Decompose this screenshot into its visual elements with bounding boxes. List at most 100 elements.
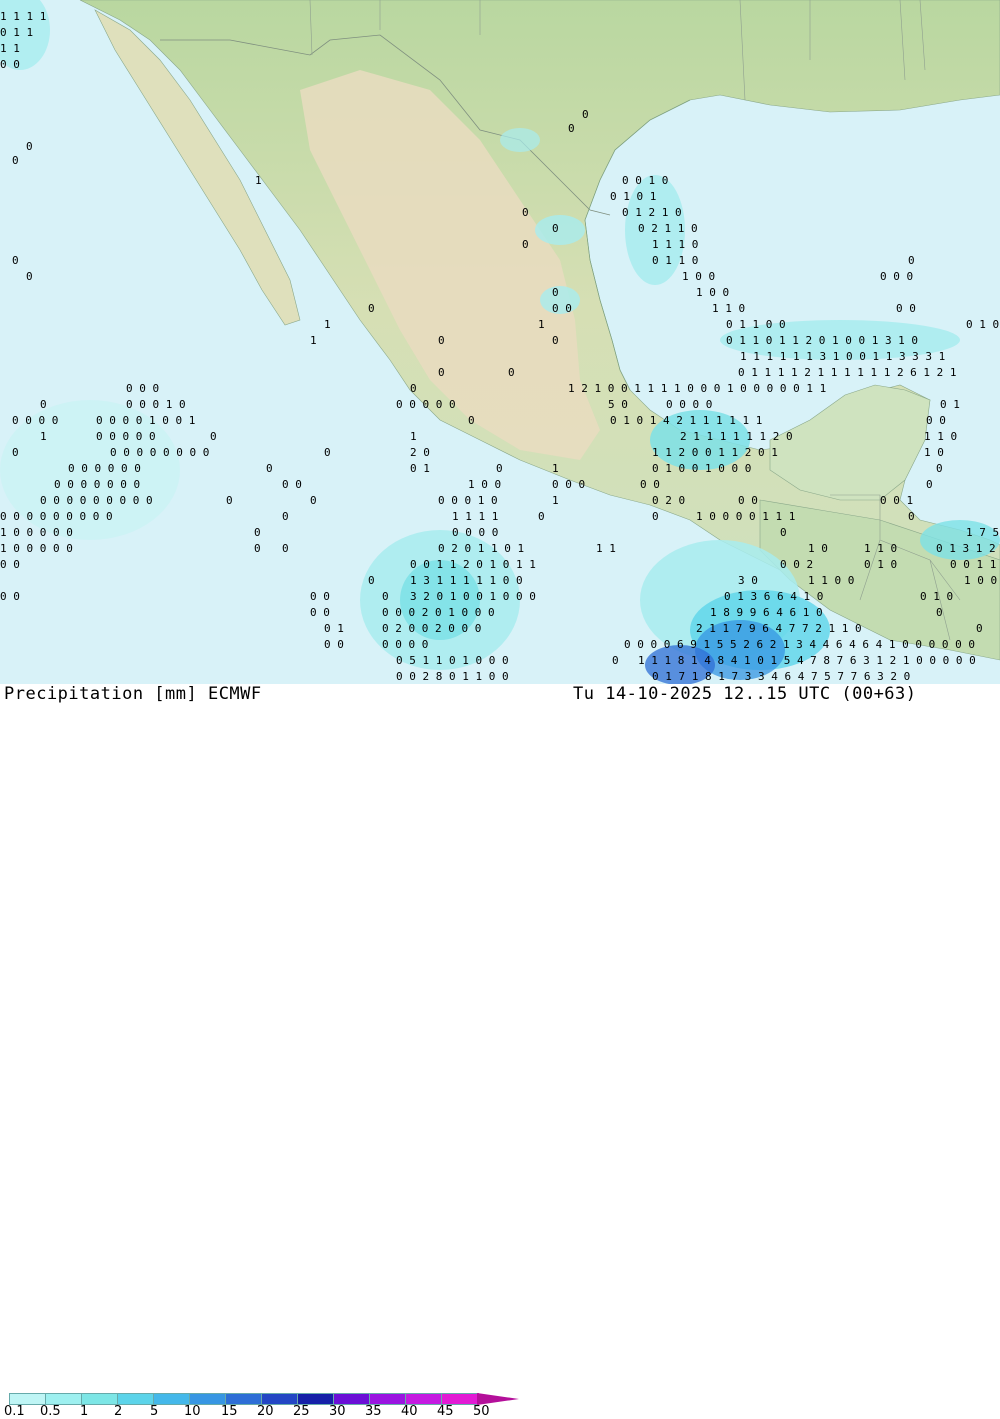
svg-text:0 1 0 1 4 2 1 1 1 1 1 1: 0 1 0 1 4 2 1 1 1 1 1 1 [610,414,762,427]
svg-text:1: 1 [552,462,559,475]
svg-text:2 1 1 7 9 6 4 7 7 2 1 1 0: 2 1 1 7 9 6 4 7 7 2 1 1 0 [696,622,862,635]
svg-text:0: 0 [324,446,331,459]
svg-text:0 0 0 0 0 0 0 0 0: 0 0 0 0 0 0 0 0 0 [0,510,113,523]
svg-text:0: 0 [266,462,273,475]
svg-text:0 1 0 0 1 0 0 0: 0 1 0 0 1 0 0 0 [652,462,751,475]
svg-text:0: 0 [936,462,943,475]
legend-tick-6: 15 [221,1404,238,1419]
svg-text:0 0: 0 0 [552,302,572,315]
svg-text:0 1 1 0 0: 0 1 1 0 0 [726,318,786,331]
svg-text:1: 1 [310,334,317,347]
svg-text:0: 0 [652,510,659,523]
svg-text:0 0 2 8 0 1 1 0 0: 0 0 2 8 0 1 1 0 0 [396,670,509,683]
svg-text:0 0 1 0: 0 0 1 0 [622,174,668,187]
svg-text:0: 0 [508,366,515,379]
svg-text:0: 0 [612,654,619,667]
svg-text:0 0 0 1 0: 0 0 0 1 0 [126,398,186,411]
svg-text:0: 0 [254,542,261,555]
svg-text:0 1 1 0: 0 1 1 0 [652,254,698,267]
map-svg: 1 1 1 1 0 1 1 1 1 0 0 0 0 0 0 0 0 1 0 0 … [0,0,1000,685]
svg-text:0 1 1 0 1 1 2 0 1 0 0 1 3: 0 1 1 0 1 1 2 0 1 0 0 1 3 1 0 [726,334,918,347]
svg-text:0 0: 0 0 [324,638,344,651]
svg-text:0 2 0: 0 2 0 [652,494,685,507]
legend-colorbar: 0.1 0.5 1 2 5 10 15 20 25 30 35 40 45 50 [0,684,1000,1419]
svg-text:0 0: 0 0 [310,590,330,603]
svg-text:0: 0 [780,526,787,539]
svg-text:0: 0 [12,154,19,167]
svg-text:0: 0 [310,494,317,507]
svg-text:1: 1 [324,318,331,331]
svg-text:0 0 0 0: 0 0 0 0 [382,638,428,651]
svg-text:0: 0 [210,430,217,443]
svg-text:0 1 0: 0 1 0 [920,590,953,603]
svg-text:0: 0 [496,462,503,475]
svg-text:1 0 0: 1 0 0 [468,478,501,491]
svg-text:0: 0 [552,222,559,235]
svg-text:0 1 3 6 6 4 1 0: 0 1 3 6 6 4 1 0 [724,590,823,603]
svg-text:1 1 1 1: 1 1 1 1 [0,10,46,23]
svg-text:0: 0 [438,366,445,379]
svg-text:5 0: 5 0 [608,398,628,411]
svg-text:1 1 1 1: 1 1 1 1 [452,510,498,523]
svg-text:0: 0 [368,574,375,587]
svg-text:1: 1 [255,174,262,187]
svg-text:0: 0 [12,446,19,459]
svg-text:0: 0 [552,286,559,299]
svg-text:1 1: 1 1 [0,42,20,55]
svg-text:0 0 1 1 1: 0 0 1 1 1 [950,558,1000,571]
svg-text:0 2 0 1 1 0 1: 0 2 0 1 1 0 1 [438,542,524,555]
svg-text:0 0: 0 0 [738,494,758,507]
svg-text:0: 0 [538,510,545,523]
svg-text:1 0 0 0 0 0: 1 0 0 0 0 0 [0,542,73,555]
svg-text:0: 0 [552,334,559,347]
svg-text:3 0: 3 0 [738,574,758,587]
svg-text:0 0: 0 0 [0,558,20,571]
svg-text:0 2 1 1 0: 0 2 1 1 0 [638,222,698,235]
svg-text:0 0: 0 0 [0,590,20,603]
svg-text:1: 1 [40,430,47,443]
svg-text:0 1 7 1 8 1 7 3 3 4 6 4 7 5: 0 1 7 1 8 1 7 3 3 4 6 4 7 5 7 7 6 3 2 0 [652,670,910,683]
svg-text:0 1 0 1: 0 1 0 1 [610,190,656,203]
svg-text:0 1 1: 0 1 1 [0,26,33,39]
svg-text:0: 0 [368,302,375,315]
svg-text:1 8 9 9 6 4 6 1 0: 1 8 9 9 6 4 6 1 0 [710,606,823,619]
svg-text:0 0 0 0 0 0 0: 0 0 0 0 0 0 0 [54,478,140,491]
legend-tick-8: 25 [293,1404,310,1419]
svg-text:0: 0 [40,398,47,411]
svg-text:0: 0 [468,414,475,427]
svg-text:1 7 5: 1 7 5 [966,526,999,539]
svg-text:0 0: 0 0 [896,302,916,315]
svg-text:1: 1 [552,494,559,507]
svg-text:0: 0 [908,510,915,523]
svg-text:0 1 0: 0 1 0 [966,318,999,331]
svg-text:0 0 0 0 0 0 0 0: 0 0 0 0 0 0 0 0 [110,446,209,459]
svg-text:0 0 0: 0 0 0 [552,478,585,491]
svg-text:1 0 0 0 0 0: 1 0 0 0 0 0 [0,526,73,539]
svg-text:0: 0 [936,606,943,619]
svg-text:0 0: 0 0 [310,606,330,619]
svg-text:0 0: 0 0 [926,414,946,427]
precipitation-map: 1 1 1 1 0 1 1 1 1 0 0 0 0 0 0 0 0 1 0 0 … [0,0,1000,685]
legend-tick-3: 2 [114,1404,123,1419]
svg-text:0: 0 [12,254,19,267]
svg-text:1 0 0 0 0 1 1 1: 1 0 0 0 0 1 1 1 [696,510,795,523]
svg-text:1 1 0 0: 1 1 0 0 [808,574,854,587]
svg-text:1 0 0: 1 0 0 [964,574,997,587]
svg-text:0: 0 [282,510,289,523]
svg-text:2 1 1 1 1 1 1 2 0: 2 1 1 1 1 1 1 2 0 [680,430,793,443]
svg-text:0 0 0 1 0: 0 0 0 1 0 [438,494,498,507]
svg-text:0 0: 0 0 [282,478,302,491]
svg-text:0 0 2: 0 0 2 [780,558,813,571]
svg-text:1 1 1 8 1 4 8 4 1 0 1 5 4 7 8: 1 1 1 8 1 4 8 4 1 0 1 5 4 7 8 7 6 3 1 2 … [638,654,976,667]
svg-text:0 0 0 0 0 0 0 0 0: 0 0 0 0 0 0 0 0 0 [40,494,153,507]
svg-text:0 1 0: 0 1 0 [864,558,897,571]
svg-text:0: 0 [908,254,915,267]
svg-text:1 1 1 1 1 1 3 1 0 0 1 1 3 3 3: 1 1 1 1 1 1 3 1 0 0 1 1 3 3 3 1 [740,350,945,363]
legend-tick-9: 30 [329,1404,346,1419]
svg-text:0: 0 [582,108,589,121]
legend-tick-10: 35 [365,1404,382,1419]
svg-text:0: 0 [26,270,33,283]
svg-text:1 0: 1 0 [924,446,944,459]
legend-tick-1: 0.5 [40,1404,61,1419]
map-footer: Precipitation [mm] ECMWF Tu 14-10-2025 1… [0,684,1000,1419]
